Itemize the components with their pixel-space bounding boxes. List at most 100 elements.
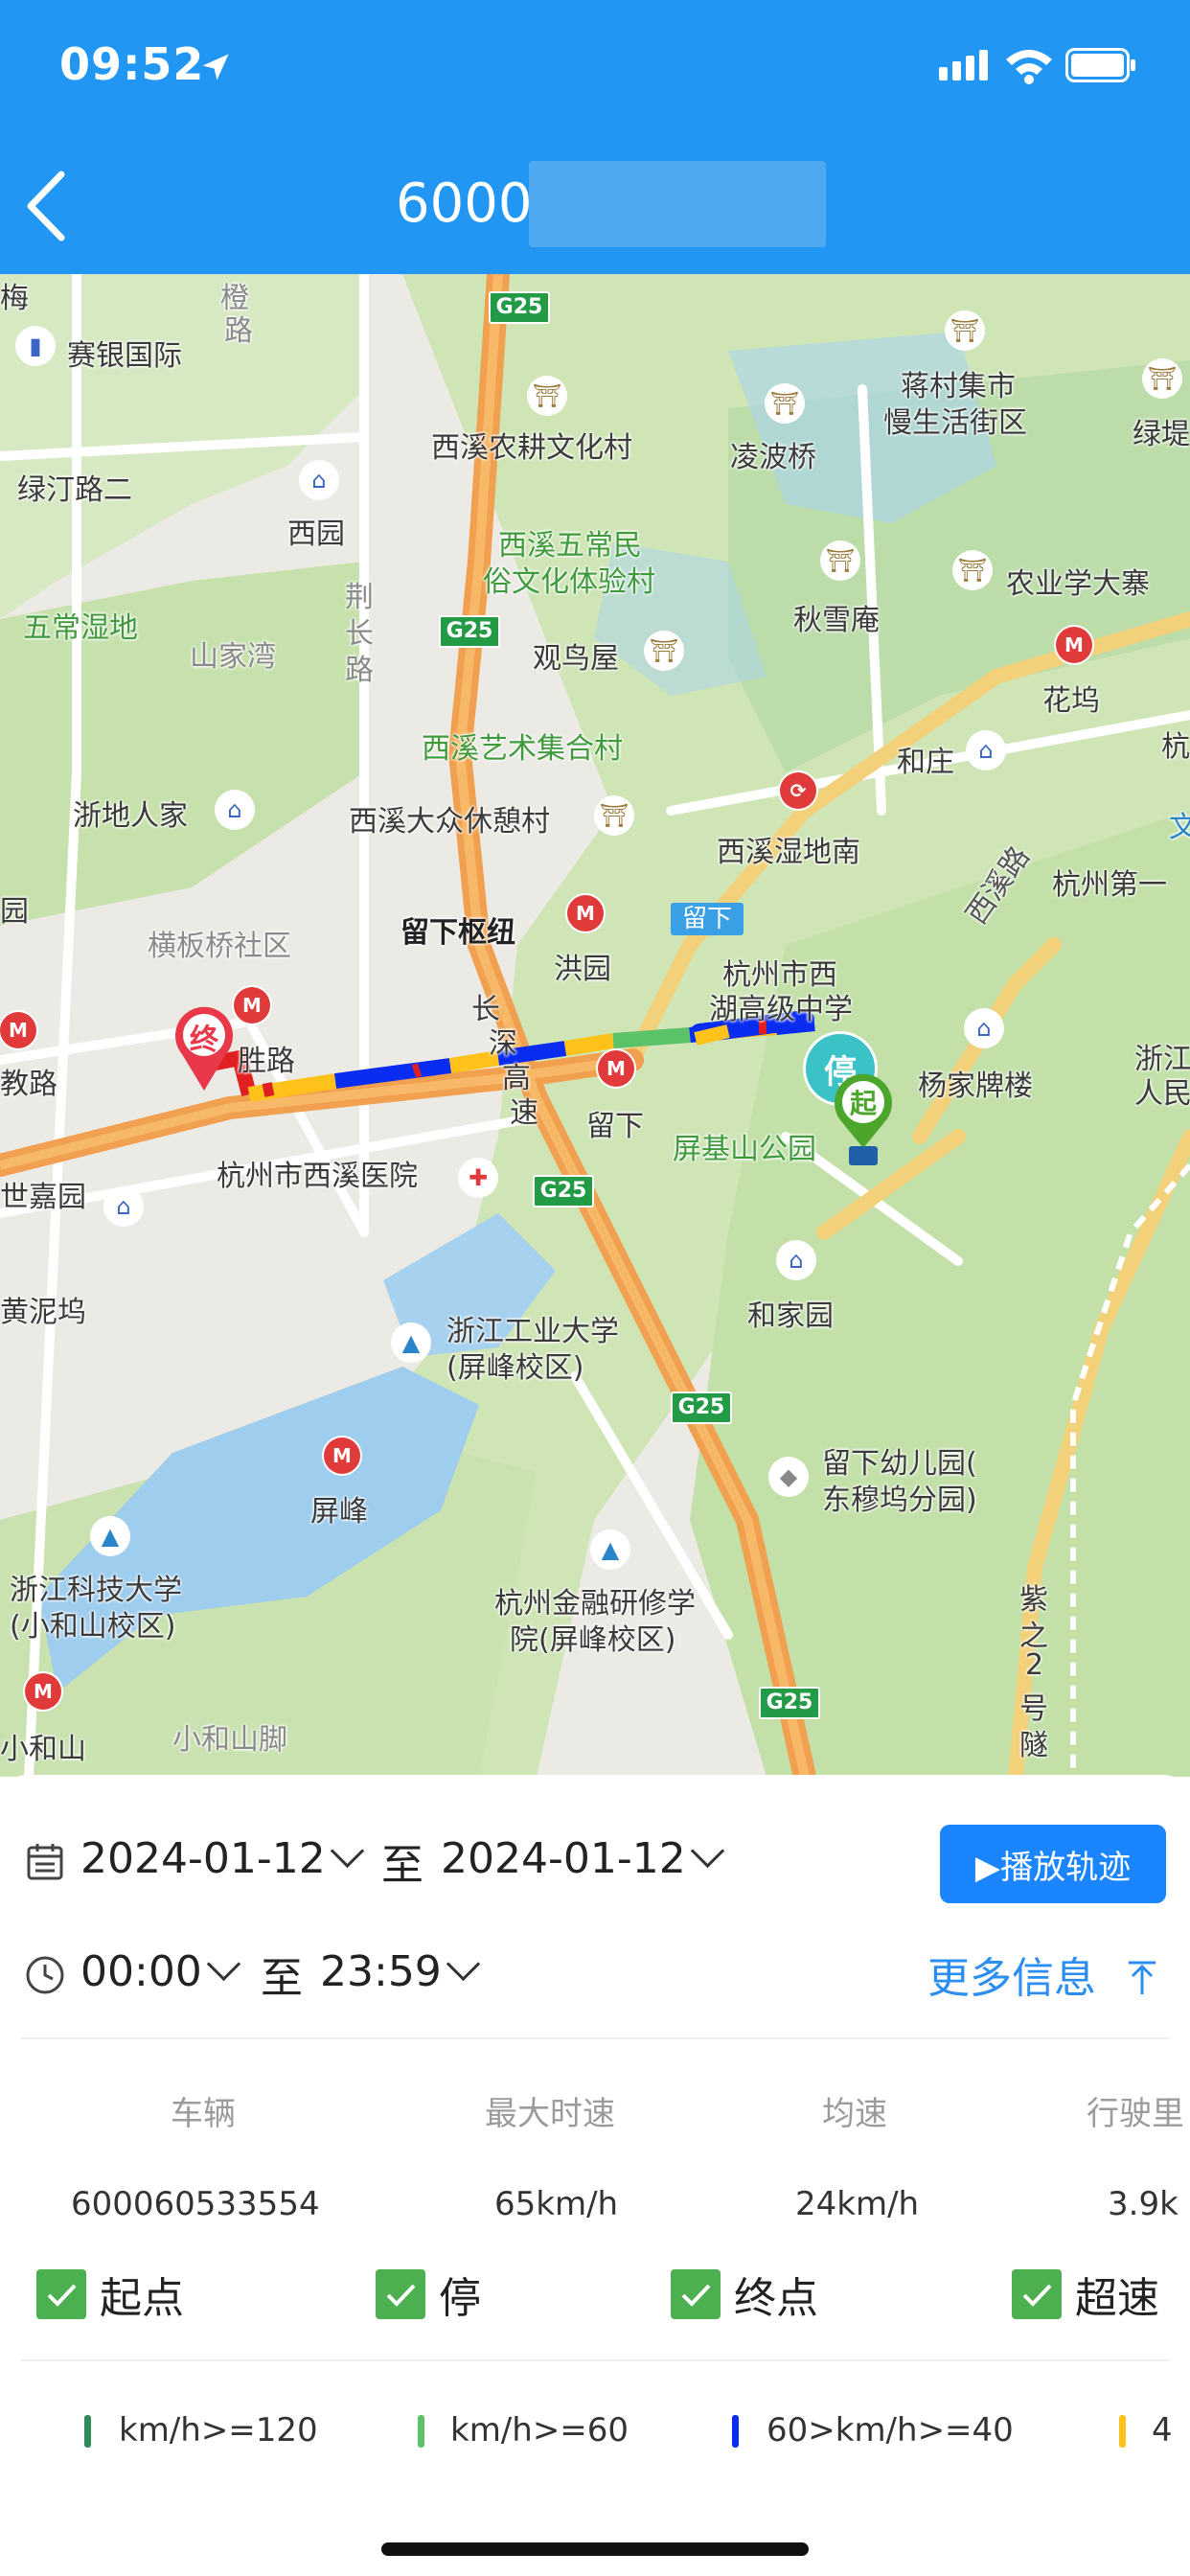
chevron-down-icon xyxy=(446,1946,480,1982)
map-label: 山家湾 xyxy=(190,640,276,674)
clock-icon xyxy=(26,1956,64,1994)
g25-sign: G25 xyxy=(671,1392,732,1424)
landmark-icon: ⛩ xyxy=(947,312,983,349)
end-time-select[interactable]: 23:59 xyxy=(320,1946,480,1996)
map-label: 屏基山公园 xyxy=(673,1133,816,1166)
map-label: 杭州第一 xyxy=(1052,868,1167,902)
legend-label: 60>km/h>=40 xyxy=(767,2411,1014,2450)
calendar-icon xyxy=(27,1844,63,1880)
stat-value: 600060533554 xyxy=(71,2185,320,2223)
end-date-value: 2024-01-12 xyxy=(441,1834,686,1883)
more-info-link[interactable]: 更多信息 xyxy=(927,1944,1161,2005)
map-label: 秋雪庵 xyxy=(793,604,880,637)
start-date-value: 2024-01-12 xyxy=(80,1834,326,1883)
end-date-select[interactable]: 2024-01-12 xyxy=(441,1833,724,1883)
map-label: 文 xyxy=(1169,811,1190,844)
check-icon xyxy=(1022,2284,1052,2307)
kindergarten-icon: ◆ xyxy=(770,1459,807,1495)
map-label: 俗文化体验村 xyxy=(483,565,655,599)
stat-value: 24km/h xyxy=(795,2185,920,2223)
legend-swatch xyxy=(418,2415,424,2448)
metro-icon: M xyxy=(1056,627,1092,663)
play-track-button[interactable]: ▶播放轨迹 xyxy=(940,1825,1166,1903)
metro-icon: ⟳ xyxy=(780,772,816,809)
map-label: 园 xyxy=(0,895,29,929)
map-label: 花坞 xyxy=(1042,684,1100,718)
map-label: 教路 xyxy=(0,1068,57,1101)
metro-icon: M xyxy=(598,1050,634,1087)
house-icon: ⌂ xyxy=(105,1188,142,1225)
check-icon xyxy=(681,2284,711,2307)
legend-swatch xyxy=(84,2415,91,2448)
school-icon: ▲ xyxy=(393,1324,429,1361)
map-label: 农业学大寨 xyxy=(1006,567,1150,601)
stat-header: 行驶里 xyxy=(1087,2095,1184,2133)
map-label: 和家园 xyxy=(747,1300,834,1333)
divider xyxy=(21,2359,1169,2361)
toggle-label: 终点 xyxy=(734,2274,818,2323)
start-point-checkbox[interactable] xyxy=(36,2269,86,2319)
start-time-select[interactable]: 00:00 xyxy=(80,1946,240,1996)
start-date-select[interactable]: 2024-01-12 xyxy=(80,1833,364,1883)
landmark-icon: ⛩ xyxy=(822,542,858,579)
map-label: 杭州市西溪医院 xyxy=(217,1160,418,1193)
map-label: 屏峰 xyxy=(310,1495,368,1529)
building-icon: ▮ xyxy=(17,328,54,364)
landmark-icon: ⛩ xyxy=(529,378,565,414)
wifi-icon xyxy=(1006,50,1052,84)
landmark-icon: ⛩ xyxy=(767,385,803,422)
landmark-icon: ⛩ xyxy=(646,632,682,669)
landmark-icon: ⛩ xyxy=(954,552,991,588)
map-label: 西溪大众休憩村 xyxy=(349,805,550,839)
cellular-signal-icon xyxy=(939,50,988,80)
track-map[interactable]: G25 G25 G25 G25 G25 ▮ ⌂ ⌂ ⌂ ⌂ ⌂ ⌂ ⛩ ⛩ ⛩ … xyxy=(0,274,1190,1777)
map-label: 西溪农耕文化村 xyxy=(431,431,632,465)
house-icon: ⌂ xyxy=(968,732,1004,769)
toggle-label: 超速 xyxy=(1075,2274,1159,2323)
stop-checkbox[interactable] xyxy=(376,2269,425,2319)
map-label: 绿汀路二 xyxy=(17,473,132,507)
end-point-checkbox[interactable] xyxy=(671,2269,721,2319)
vehicle-title: 6000 xyxy=(396,172,533,235)
battery-icon xyxy=(1065,48,1135,82)
chevron-down-icon xyxy=(690,1833,724,1869)
map-label: 赛银国际 xyxy=(67,339,182,373)
arrow-up-icon xyxy=(1129,1961,1156,1994)
map-label: 杭 xyxy=(1161,730,1190,764)
house-icon: ⌂ xyxy=(778,1242,814,1278)
map-label: (小和山校区) xyxy=(10,1610,176,1644)
school-icon: ▲ xyxy=(592,1531,629,1568)
toggle-label: 停 xyxy=(439,2274,481,2323)
toggle-label: 起点 xyxy=(100,2274,184,2323)
top-bar: 09:52 6000 xyxy=(0,0,1190,274)
redacted-block xyxy=(529,161,826,247)
check-icon xyxy=(386,2284,416,2307)
landmark-icon: ⛩ xyxy=(596,797,632,834)
map-label: (屏峰校区) xyxy=(446,1351,584,1385)
map-label: 东穆坞分园) xyxy=(822,1484,977,1517)
metro-icon: M xyxy=(0,1012,36,1048)
map-label: 横板桥社区 xyxy=(148,930,291,963)
house-icon: ⌂ xyxy=(966,1010,1002,1046)
end-marker[interactable]: 终 xyxy=(171,1004,238,1092)
map-label: 和庄 xyxy=(897,746,954,779)
map-label: 路 xyxy=(345,654,374,687)
date-separator: 至 xyxy=(381,1841,423,1890)
location-arrow-icon xyxy=(202,54,229,80)
check-icon xyxy=(47,2284,77,2307)
stat-value: 3.9k xyxy=(1108,2185,1179,2223)
start-marker[interactable]: 起 xyxy=(830,1071,897,1167)
map-label: 五常湿地 xyxy=(23,611,138,645)
metro-icon: M xyxy=(567,895,604,932)
map-label: 留下枢纽 xyxy=(400,916,515,950)
chevron-down-icon xyxy=(330,1833,364,1869)
overspeed-checkbox[interactable] xyxy=(1012,2269,1062,2319)
back-chevron-icon[interactable] xyxy=(13,163,75,249)
map-label: 胜路 xyxy=(238,1045,295,1078)
map-label: 西溪艺术集合村 xyxy=(422,732,623,766)
chevron-down-icon xyxy=(206,1946,240,1982)
g25-sign: G25 xyxy=(533,1175,594,1208)
g25-sign: G25 xyxy=(759,1687,820,1719)
legend-label: 4 xyxy=(1152,2411,1173,2450)
map-label: 路 xyxy=(224,314,253,348)
